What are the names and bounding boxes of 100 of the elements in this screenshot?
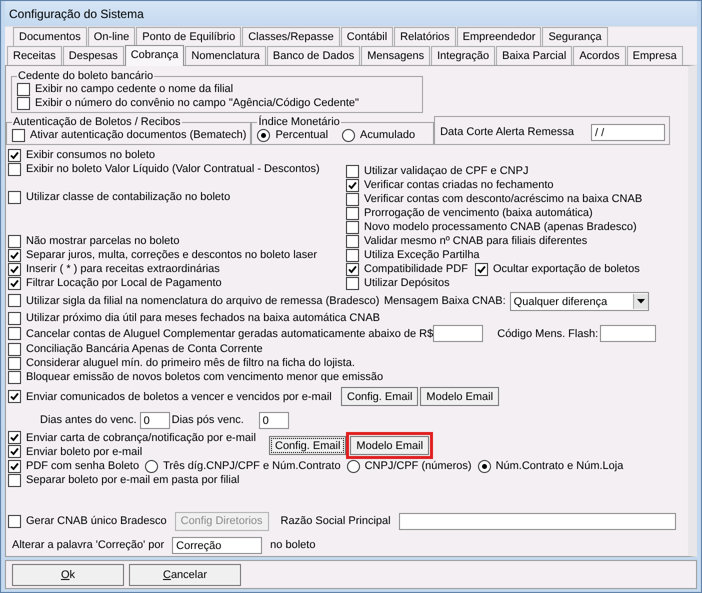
tab[interactable]: Banco de Dados	[266, 46, 360, 66]
checkbox-label: Validar mesmo nº CNAB para filiais diferentes	[364, 234, 588, 248]
checkbox-label: Considerar aluguel mín. do primeiro mês de filtro na ficha do lojista.	[26, 356, 355, 370]
checkbox[interactable]	[8, 431, 21, 444]
checkbox[interactable]	[8, 370, 21, 384]
dialog-button[interactable]: Ok	[12, 564, 124, 586]
group-title: Índice Monetário	[257, 116, 341, 128]
email-button[interactable]: Config. Email	[341, 387, 418, 406]
amount-field[interactable]	[433, 325, 484, 342]
window-title: Configuração do Sistema	[9, 6, 144, 21]
checkbox-label: Exibir no campo cedente o nome da filial	[35, 82, 234, 96]
checkbox-label: Utilizar Depósitos	[364, 276, 450, 290]
radio-button[interactable]	[342, 128, 356, 142]
checkbox[interactable]	[8, 276, 21, 290]
checkbox-label: Enviar comunicados de boletos a vencer e vencidos por e-mail	[26, 390, 332, 404]
checkbox[interactable]	[8, 356, 21, 370]
checkbox[interactable]	[346, 178, 359, 192]
company-name-field[interactable]	[398, 512, 676, 530]
checkbox[interactable]	[474, 262, 488, 276]
email-button[interactable]: Modelo Email	[350, 436, 430, 456]
checkbox[interactable]	[8, 162, 21, 176]
tab[interactable]: Segurança	[542, 27, 608, 48]
checkbox[interactable]	[8, 474, 21, 487]
days-field[interactable]: 0	[258, 412, 289, 429]
days-field[interactable]: 0	[140, 412, 170, 429]
checkbox[interactable]	[8, 514, 21, 528]
field-label: Dias pós venc.	[172, 413, 245, 428]
checkbox[interactable]	[8, 390, 21, 404]
tab[interactable]: Contábil	[340, 27, 394, 48]
radio-label: Percentual	[275, 128, 328, 142]
tab[interactable]: Documentos	[13, 27, 87, 48]
radio-button[interactable]	[257, 128, 270, 142]
tab[interactable]: Baixa Parcial	[496, 46, 572, 66]
checkbox[interactable]	[346, 206, 359, 220]
dropdown[interactable]: Qualquer diferença	[510, 292, 649, 312]
checkbox[interactable]	[8, 312, 21, 325]
checkbox-label: Cancelar contas de Aluguel Complementar geradas automaticamente abaixo de R$	[26, 326, 434, 341]
code-field[interactable]	[600, 325, 656, 342]
checkbox[interactable]	[8, 148, 21, 162]
checkbox[interactable]	[346, 164, 359, 178]
checkbox-label: Separar boleto por e-mail em pasta por filial	[26, 473, 240, 488]
checkbox-label: Ativar autenticação documentos (Bematech)	[30, 128, 246, 142]
checkbox[interactable]	[346, 234, 359, 248]
checkbox-label: Exibir o número do convênio no campo "Agência/Código Cedente"	[35, 96, 359, 110]
group-title: Cedente do boleto bancário	[17, 70, 154, 82]
checkbox-label: Novo modelo processamento CNAB (apenas Bradesco)	[364, 220, 637, 234]
checkbox[interactable]	[8, 190, 21, 204]
radio-button[interactable]	[346, 460, 360, 473]
checkbox[interactable]	[8, 445, 21, 458]
checkbox[interactable]	[8, 460, 21, 473]
checkbox[interactable]	[17, 82, 30, 96]
checkbox[interactable]	[8, 262, 21, 276]
group-title: Autenticação de Boletos / Recibos	[12, 116, 182, 128]
tab[interactable]: Mensagens	[361, 46, 430, 66]
checkbox[interactable]	[346, 276, 359, 290]
tab[interactable]: Ponto de Equilíbrio	[136, 27, 242, 48]
checkbox-label: Utiliza Exceção Partilha	[364, 248, 480, 262]
radio-label: Três díg.CNPJ/CPF e Núm.Contrato	[163, 459, 341, 474]
checkbox-label: Ocultar exportação de boletos	[492, 262, 640, 276]
checkbox[interactable]	[8, 248, 21, 262]
tab[interactable]: Integração	[431, 46, 496, 66]
field-label: Código Mens. Flash:	[497, 326, 598, 341]
field-label: Alterar a palavra 'Correção' por	[12, 538, 164, 552]
checkbox-label: Filtrar Locação por Local de Pagamento	[26, 276, 222, 290]
word-field[interactable]: Correção	[172, 536, 262, 554]
checkbox-label: Compatibilidade PDF	[364, 262, 468, 276]
tab[interactable]: Receitas	[7, 46, 62, 66]
checkbox[interactable]	[346, 262, 359, 276]
tab[interactable]: Nomenclatura	[185, 46, 266, 66]
checkbox[interactable]	[17, 96, 30, 110]
tab[interactable]: Despesas	[62, 46, 124, 66]
checkbox[interactable]	[8, 327, 21, 340]
checkbox[interactable]	[8, 294, 21, 308]
radio-button[interactable]	[145, 460, 158, 473]
caret-icon	[636, 299, 645, 304]
tab[interactable]: Relatórios	[394, 27, 456, 48]
checkbox[interactable]	[8, 234, 21, 248]
dialog-button[interactable]: Cancelar	[129, 564, 241, 586]
tab[interactable]: Empresa	[626, 46, 683, 66]
checkbox[interactable]	[346, 248, 359, 262]
field-suffix: no boleto	[270, 538, 316, 552]
email-button[interactable]: Modelo Email	[420, 387, 500, 406]
radio-label: CNPJ/CPF (números)	[364, 459, 472, 474]
email-button[interactable]: Config. Email	[269, 436, 346, 456]
radio-label: Núm.Contrato e Núm.Loja	[496, 459, 624, 474]
checkbox-label: Exibir no boleto Valor Líquido (Valor Contratual - Descontos)	[26, 162, 320, 176]
field-label: Dias antes do venc.	[40, 413, 137, 428]
tab[interactable]: Cobrança	[124, 45, 184, 66]
checkbox[interactable]	[8, 342, 21, 356]
tab[interactable]: Classes/Repasse	[242, 27, 340, 48]
checkbox[interactable]	[346, 220, 359, 234]
checkbox[interactable]	[346, 192, 359, 206]
tab[interactable]: Acordos	[573, 46, 626, 66]
tab[interactable]: Empreendedor	[456, 27, 542, 48]
checkbox-label: Verificar contas com desconto/acréscimo na baixa CNAB	[364, 192, 642, 206]
tab[interactable]: On-line	[88, 27, 136, 48]
field-label: Mensagem Baixa CNAB:	[384, 294, 506, 308]
radio-button[interactable]	[478, 460, 491, 473]
date-field[interactable]: / /	[590, 124, 666, 141]
checkbox[interactable]	[12, 128, 25, 142]
